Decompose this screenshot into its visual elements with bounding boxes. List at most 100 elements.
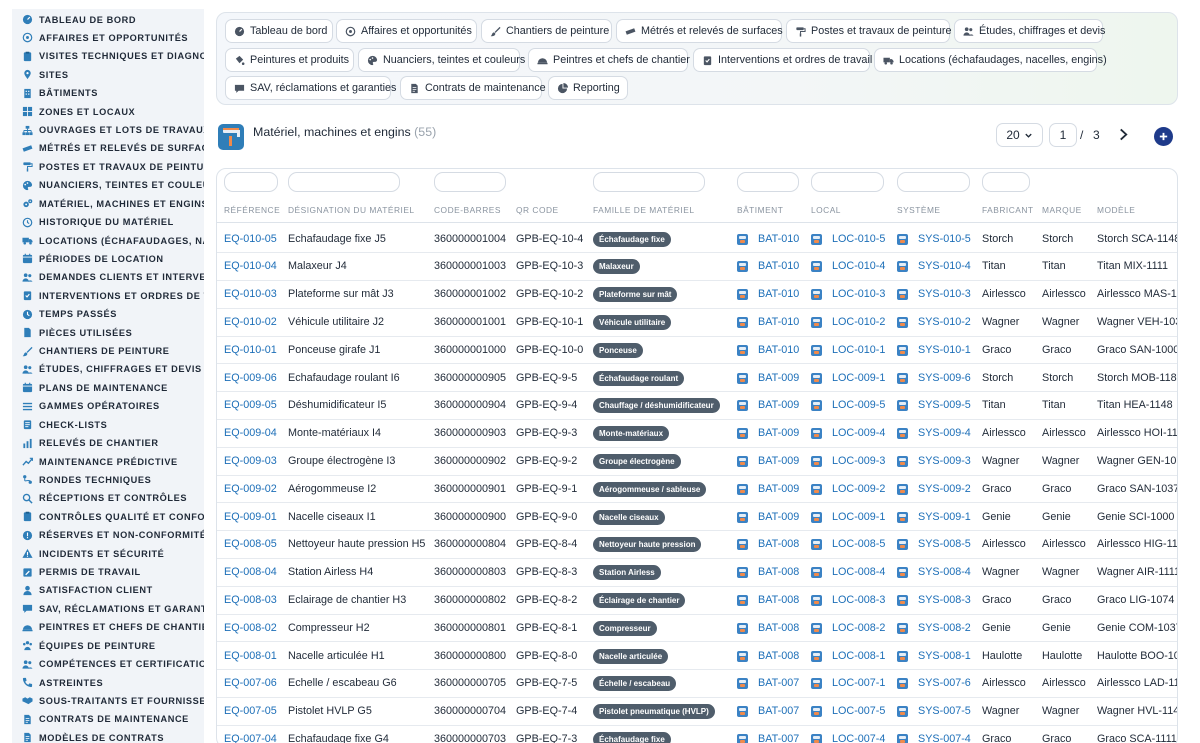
building-link[interactable]: BAT-009 (758, 372, 799, 384)
sidebar-item[interactable]: ÉTUDES, CHIFFRAGES ET DEVIS (22, 361, 204, 377)
quick-nav-chip[interactable]: Reporting (548, 76, 628, 100)
table-row[interactable]: EQ-010-03 Plateforme sur mât J3 3600000010… (217, 281, 1177, 309)
building-link[interactable]: BAT-009 (758, 511, 799, 523)
local-link[interactable]: LOC-008-5 (832, 538, 885, 550)
building-link[interactable]: BAT-010 (758, 344, 799, 356)
column-header[interactable]: MARQUE (1042, 205, 1082, 215)
reference-link[interactable]: EQ-008-05 (224, 538, 277, 550)
add-record-button[interactable] (1154, 127, 1173, 146)
building-link[interactable]: BAT-009 (758, 427, 799, 439)
sidebar-item[interactable]: TABLEAU DE BORD (22, 12, 204, 28)
quick-nav-chip[interactable]: Interventions et ordres de travail (693, 48, 872, 72)
system-link[interactable]: SYS-007-6 (918, 677, 971, 689)
quick-nav-chip[interactable]: Métrés et relevés de surfaces (616, 19, 783, 43)
system-link[interactable]: SYS-007-5 (918, 705, 971, 717)
column-header[interactable]: SYSTÈME (897, 205, 941, 215)
table-row[interactable]: EQ-009-05 Déshumidificateur I5 36000000090… (217, 392, 1177, 421)
sidebar-item[interactable]: SATISFACTION CLIENT (22, 582, 204, 598)
sidebar-item[interactable]: PEINTRES ET CHEFS DE CHANTIER (22, 619, 204, 635)
local-link[interactable]: LOC-007-4 (832, 733, 885, 743)
reference-link[interactable]: EQ-008-02 (224, 622, 277, 634)
building-link[interactable]: BAT-008 (758, 594, 799, 606)
sidebar-item[interactable]: RÉSERVES ET NON-CONFORMITÉS (22, 527, 204, 543)
building-link[interactable]: BAT-007 (758, 705, 799, 717)
table-row[interactable]: EQ-009-06 Echafaudage roulant I6 360000000… (217, 365, 1177, 393)
local-link[interactable]: LOC-010-4 (832, 260, 885, 272)
table-row[interactable]: EQ-010-05 Echafaudage fixe J5 360000001004… (217, 226, 1177, 254)
building-link[interactable]: BAT-008 (758, 538, 799, 550)
local-link[interactable]: LOC-010-2 (832, 316, 885, 328)
local-link[interactable]: LOC-009-3 (832, 455, 885, 467)
building-link[interactable]: BAT-008 (758, 622, 799, 634)
building-link[interactable]: BAT-007 (758, 733, 799, 743)
sidebar-item[interactable]: OUVRAGES ET LOTS DE TRAVAUX (22, 122, 204, 138)
page-number-input[interactable]: 1 (1049, 123, 1077, 147)
sidebar-item[interactable]: RONDES TECHNIQUES (22, 472, 204, 488)
reference-link[interactable]: EQ-009-03 (224, 455, 277, 467)
sidebar-item[interactable]: ASTREINTES (22, 675, 204, 691)
reference-link[interactable]: EQ-010-01 (224, 344, 277, 356)
system-link[interactable]: SYS-008-5 (918, 538, 971, 550)
sidebar-item[interactable]: CONTRÔLES QUALITÉ ET CONFORMITÉ (22, 509, 204, 525)
column-header[interactable]: RÉFÉRENCE (224, 205, 280, 215)
reference-link[interactable]: EQ-008-01 (224, 650, 277, 662)
quick-nav-chip[interactable]: Postes et travaux de peinture (786, 19, 951, 43)
table-row[interactable]: EQ-009-03 Groupe électrogène I3 3600000009… (217, 448, 1177, 476)
per-page-select[interactable]: 20 (996, 123, 1043, 147)
reference-link[interactable]: EQ-010-04 (224, 260, 277, 272)
sidebar-item[interactable]: INCIDENTS ET SÉCURITÉ (22, 546, 204, 562)
local-link[interactable]: LOC-008-4 (832, 566, 885, 578)
local-link[interactable]: LOC-010-1 (832, 344, 885, 356)
column-filter-input[interactable] (593, 172, 705, 192)
reference-link[interactable]: EQ-009-04 (224, 427, 277, 439)
local-link[interactable]: LOC-010-5 (832, 233, 885, 245)
table-row[interactable]: EQ-007-05 Pistolet HVLP G5 360000000704 GPB… (217, 698, 1177, 726)
system-link[interactable]: SYS-010-5 (918, 233, 971, 245)
column-filter-input[interactable] (811, 172, 884, 192)
table-row[interactable]: EQ-010-01 Ponceuse girafe J1 360000001000 G… (217, 337, 1177, 365)
system-link[interactable]: SYS-010-2 (918, 316, 971, 328)
sidebar-item[interactable]: CHECK-LISTS (22, 417, 204, 433)
local-link[interactable]: LOC-010-3 (832, 288, 885, 300)
quick-nav-chip[interactable]: Affaires et opportunités (336, 19, 477, 43)
local-link[interactable]: LOC-008-1 (832, 650, 885, 662)
quick-nav-chip[interactable]: Locations (échafaudages, nacelles, engin… (874, 48, 1107, 72)
sidebar-item[interactable]: AFFAIRES ET OPPORTUNITÉS (22, 30, 204, 46)
system-link[interactable]: SYS-009-1 (918, 511, 971, 523)
reference-link[interactable]: EQ-007-05 (224, 705, 277, 717)
sidebar-item[interactable]: SAV, RÉCLAMATIONS ET GARANTIES (22, 601, 204, 617)
building-link[interactable]: BAT-010 (758, 233, 799, 245)
local-link[interactable]: LOC-008-3 (832, 594, 885, 606)
system-link[interactable]: SYS-010-1 (918, 344, 971, 356)
sidebar-item[interactable]: RELEVÉS DE CHANTIER (22, 435, 204, 451)
local-link[interactable]: LOC-009-2 (832, 483, 885, 495)
sidebar-item[interactable]: ZONES ET LOCAUX (22, 104, 204, 120)
reference-link[interactable]: EQ-009-06 (224, 372, 277, 384)
local-link[interactable]: LOC-007-1 (832, 677, 885, 689)
next-page-button[interactable] (1115, 125, 1131, 143)
table-row[interactable]: EQ-010-02 Véhicule utilitaire J2 360000001… (217, 309, 1177, 337)
reference-link[interactable]: EQ-009-01 (224, 511, 277, 523)
system-link[interactable]: SYS-008-3 (918, 594, 971, 606)
reference-link[interactable]: EQ-007-04 (224, 733, 277, 743)
system-link[interactable]: SYS-008-1 (918, 650, 971, 662)
building-link[interactable]: BAT-010 (758, 260, 799, 272)
quick-nav-chip[interactable]: Tableau de bord (225, 19, 333, 43)
system-link[interactable]: SYS-010-3 (918, 288, 971, 300)
table-row[interactable]: EQ-009-01 Nacelle ciseaux I1 360000000900 G… (217, 504, 1177, 532)
column-filter-input[interactable] (737, 172, 799, 192)
local-link[interactable]: LOC-009-1 (832, 511, 885, 523)
system-link[interactable]: SYS-007-4 (918, 733, 971, 743)
sidebar-item[interactable]: MODÈLES DE CONTRATS (22, 730, 204, 743)
sidebar-item[interactable]: GAMMES OPÉRATOIRES (22, 398, 204, 414)
sidebar-item[interactable]: MATÉRIEL, MACHINES ET ENGINS (22, 196, 204, 212)
reference-link[interactable]: EQ-009-05 (224, 399, 277, 411)
sidebar-item[interactable]: PERMIS DE TRAVAIL (22, 564, 204, 580)
column-header[interactable]: BÂTIMENT (737, 205, 783, 215)
column-filter-input[interactable] (434, 172, 506, 192)
quick-nav-chip[interactable]: SAV, réclamations et garanties (225, 76, 396, 100)
quick-nav-chip[interactable]: Contrats de maintenance (400, 76, 546, 100)
reference-link[interactable]: EQ-008-04 (224, 566, 277, 578)
column-filter-input[interactable] (897, 172, 970, 192)
sidebar-item[interactable]: CHANTIERS DE PEINTURE (22, 343, 204, 359)
